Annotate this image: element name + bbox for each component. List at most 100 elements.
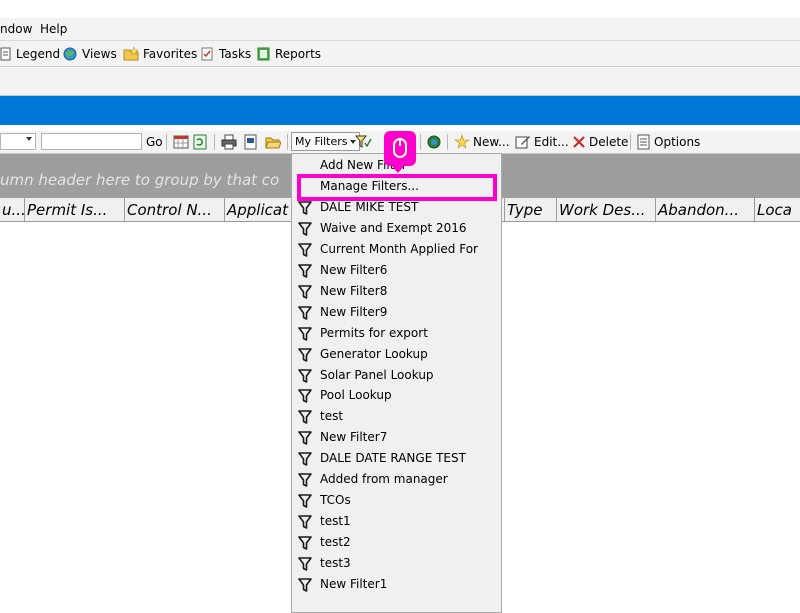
filter-menu-item-tcos[interactable]: TCOs (292, 490, 501, 511)
edit-button[interactable]: Edit... (515, 134, 569, 150)
filter-menu-item-test[interactable]: test (292, 406, 501, 427)
edit-label: Edit... (534, 135, 569, 149)
export-word-button[interactable] (244, 134, 261, 150)
filter-funnel-icon (298, 368, 312, 383)
column-header[interactable]: Type (505, 198, 557, 221)
filter-funnel-icon (298, 201, 312, 215)
filter-menu-item-label: New Filter8 (320, 283, 388, 298)
legend-label: Legend (16, 47, 61, 61)
filter-funnel-icon (298, 347, 312, 362)
column-header[interactable]: u... (0, 198, 25, 221)
column-header[interactable]: Work Des... (557, 198, 656, 221)
filter-menu-item-waive-and-exempt-2016[interactable]: Waive and Exempt 2016 (292, 218, 501, 239)
delete-button[interactable]: Delete (572, 134, 628, 150)
filter-funnel-icon (298, 263, 312, 278)
filter-menu-item-new-filter9[interactable]: New Filter9 (292, 302, 501, 323)
filter-funnel-icon (298, 494, 312, 508)
toolbar-separator (287, 134, 288, 150)
main-toolbar: Legend Views Favorites Tasks Reports (0, 41, 800, 67)
reports-button[interactable]: Reports (257, 46, 321, 62)
filter-menu-item-label: Current Month Applied For (320, 241, 478, 256)
apply-filter-button[interactable] (355, 134, 376, 150)
filter-funnel-icon (298, 410, 312, 425)
title-band (0, 96, 800, 125)
filter-menu-item-new-filter1[interactable]: New Filter1 (292, 574, 501, 595)
filter-menu-item-new-filter6[interactable]: New Filter6 (292, 260, 501, 281)
tasks-icon (201, 47, 213, 61)
go-button[interactable]: Go (146, 134, 163, 150)
filter-menu-item-label: Permits for export (320, 325, 428, 340)
favorites-label: Favorites (143, 47, 198, 61)
filter-menu-item-label: Generator Lookup (320, 346, 428, 361)
toolbar-separator (630, 134, 631, 150)
delete-label: Delete (589, 135, 629, 149)
menu-help[interactable]: Help (40, 22, 67, 36)
globe-icon (63, 47, 77, 61)
filter-menu-item-label: test (320, 409, 344, 424)
filter-menu-item-test2[interactable]: test2 (292, 532, 501, 553)
filter-menu-item-current-month-applied-for[interactable]: Current Month Applied For (292, 239, 501, 260)
filter-funnel-icon (298, 326, 312, 341)
filter-menu-item-label: Waive and Exempt 2016 (320, 220, 467, 235)
column-header[interactable]: Abandon... (656, 198, 755, 221)
filter-menu-item-generator-lookup[interactable]: Generator Lookup (292, 344, 501, 365)
calendar-icon (173, 135, 189, 149)
filter-menu-item-label: Solar Panel Lookup (320, 367, 434, 382)
search-field-select[interactable] (0, 133, 36, 150)
my-filters-dropdown[interactable]: My Filters (291, 132, 361, 151)
favorites-button[interactable]: Favorites (123, 46, 197, 62)
filter-funnel-icon (298, 578, 312, 592)
filter-menu-item-new-filter8[interactable]: New Filter8 (292, 281, 501, 302)
search-input[interactable] (41, 133, 142, 150)
filter-menu-item-added-from-manager[interactable]: Added from manager (292, 469, 501, 490)
folder-star-icon (123, 46, 139, 61)
filter-funnel-icon (298, 389, 312, 404)
column-header[interactable]: Loca (755, 198, 800, 221)
web-button[interactable] (426, 134, 445, 150)
filter-menu-item-pool-lookup[interactable]: Pool Lookup (292, 385, 501, 406)
filter-menu-item-label: TCOs (320, 493, 351, 508)
views-button[interactable]: Views (62, 46, 117, 62)
filter-funnel-icon (298, 305, 312, 320)
print-button[interactable] (221, 134, 240, 150)
top-strip (0, 0, 800, 18)
document-icon (244, 134, 257, 150)
my-filters-label: My Filters (295, 135, 348, 148)
open-button[interactable] (265, 134, 284, 150)
highlight-box (297, 174, 497, 201)
filter-menu-item-label: test1 (320, 514, 351, 529)
reports-label: Reports (275, 47, 322, 61)
my-filters-menu: Add New Filter Manage Filters... DALE MIKE… (291, 153, 502, 613)
refresh-button[interactable] (193, 134, 210, 150)
filter-menu-item-label: New Filter6 (320, 262, 388, 277)
filter-menu-item-label: Added from manager (320, 472, 448, 487)
mouse-click-badge (384, 131, 416, 173)
filter-menu-item-test1[interactable]: test1 (292, 511, 501, 532)
filter-menu-item-label: New Filter9 (320, 304, 388, 319)
filter-menu-item-label: DALE DATE RANGE TEST (320, 451, 466, 466)
new-button[interactable]: New... (454, 134, 510, 150)
new-star-icon (454, 134, 470, 149)
globe-icon (427, 135, 441, 149)
column-header[interactable]: Control N... (125, 198, 225, 221)
folder-open-icon (265, 137, 281, 149)
filter-menu-item-test3[interactable]: test3 (292, 553, 501, 574)
empty-toolbar-strip (0, 67, 800, 96)
filter-menu-item-solar-panel-lookup[interactable]: Solar Panel Lookup (292, 365, 501, 386)
filter-menu-item-dale-date-range-test[interactable]: DALE DATE RANGE TEST (292, 448, 501, 469)
column-header[interactable]: Permit Is... (25, 198, 125, 221)
filter-menu-item-permits-for-export[interactable]: Permits for export (292, 323, 501, 344)
toolbar-separator (166, 134, 167, 150)
options-icon (637, 134, 650, 150)
filter-menu-item-label: test2 (320, 535, 351, 550)
options-button[interactable]: Options (637, 134, 700, 150)
filter-funnel-icon (298, 242, 312, 257)
filter-menu-item-new-filter7[interactable]: New Filter7 (292, 427, 501, 448)
delete-x-icon (573, 136, 585, 148)
menu-window[interactable]: ndow (0, 22, 32, 36)
tasks-button[interactable]: Tasks (199, 46, 251, 62)
printer-icon (221, 134, 237, 150)
options-label: Options (654, 135, 701, 149)
calendar-button[interactable] (173, 134, 192, 150)
legend-button[interactable]: Legend (0, 46, 60, 62)
